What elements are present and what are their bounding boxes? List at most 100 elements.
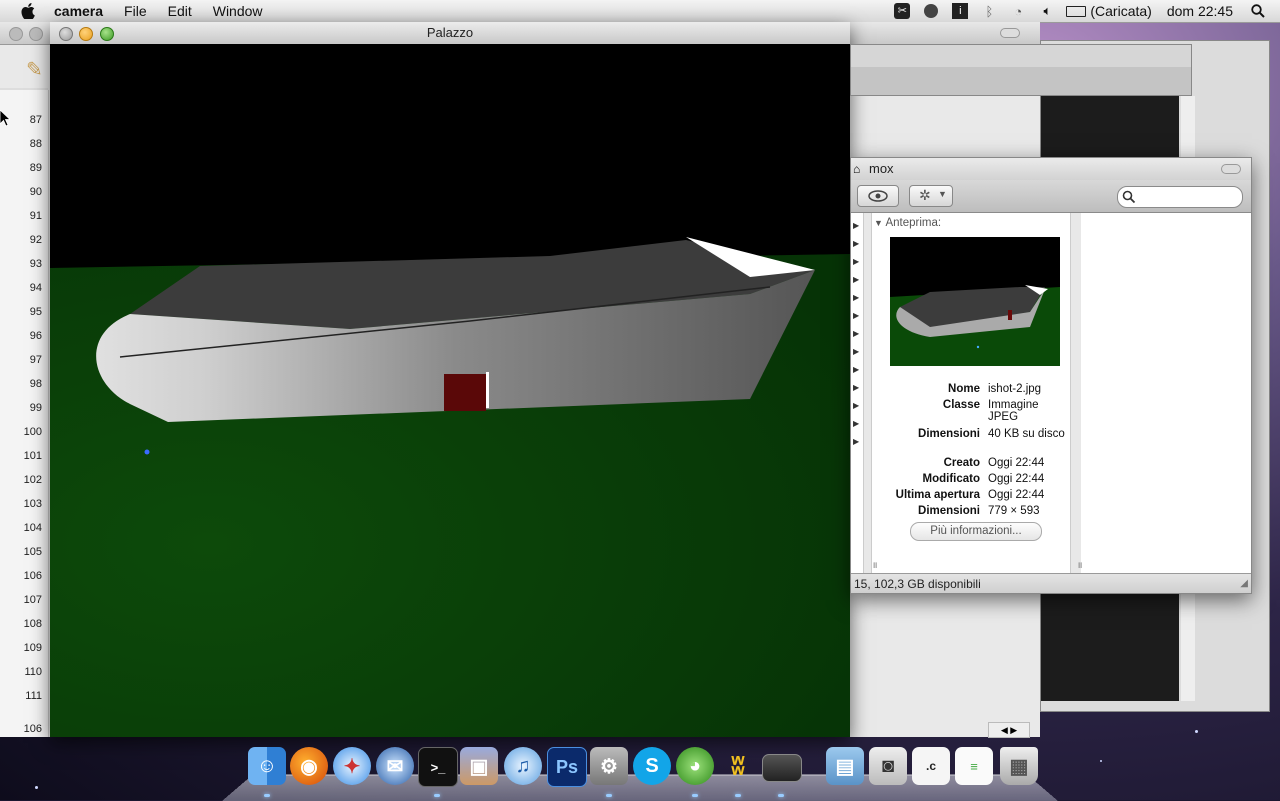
scissors-icon[interactable]: ✂	[892, 2, 912, 20]
line-number: 108	[23, 618, 42, 630]
menu-bar: camera File Edit Window ✂ i ᛒ ◔ 🔈︎ (Cari…	[0, 0, 1280, 23]
minimize-button[interactable]	[29, 27, 43, 41]
line-number: 93	[29, 258, 42, 270]
alien-status-icon[interactable]	[921, 2, 941, 20]
line-number: 94	[29, 282, 42, 294]
camera-app-icon[interactable]: ◙	[869, 747, 907, 785]
eye-icon	[868, 190, 888, 202]
volume-icon[interactable]: 🔈︎	[1037, 2, 1057, 20]
dock: ☺ ◉ ✦ ✉ >_ ▣ ♫ Ps ⚙ S ◕ ʬ ▤ ◙ .c ≡ ▦	[222, 742, 1058, 801]
star	[1100, 760, 1102, 762]
finder-icon[interactable]: ☺	[248, 747, 286, 785]
apple-menu-icon[interactable]	[19, 2, 37, 20]
star	[35, 786, 38, 789]
close-button[interactable]	[9, 27, 23, 41]
preview-thumbnail	[890, 237, 1060, 366]
preview-icon[interactable]: ▣	[460, 747, 498, 785]
info-box-icon[interactable]: i	[950, 2, 970, 20]
search-field[interactable]	[1117, 186, 1243, 208]
line-number: 97	[29, 354, 42, 366]
bluetooth-icon[interactable]: ᛒ	[979, 2, 999, 20]
column-resize-handle[interactable]: ॥	[872, 558, 877, 571]
adium-icon[interactable]: ◕	[676, 747, 714, 785]
close-button[interactable]	[59, 27, 73, 41]
info-row-name: Nome ishot-2.jpg	[948, 383, 1042, 395]
info-row-class: Classe Immagine JPEG	[942, 399, 1039, 423]
photoshop-label: Ps	[555, 756, 579, 777]
finder-toolbar: ✲ ▼	[851, 180, 1251, 213]
dashboard-icon[interactable]: ʬ	[719, 747, 757, 785]
horizontal-scroll-arrows[interactable]: ◀ ▶	[988, 722, 1030, 738]
finder-title: mox	[869, 161, 894, 176]
preview-column: ▼ Anteprima: Nome ishot-2.jpg Classe Immag…	[871, 213, 1071, 573]
info-row-created: Creato Oggi 22:44	[943, 457, 1045, 469]
line-number: 105	[23, 546, 42, 558]
resize-grip-icon[interactable]: ◢	[1240, 574, 1248, 594]
battery-status[interactable]: (Caricata)	[1090, 3, 1151, 19]
minimize-button[interactable]	[79, 27, 93, 41]
wifi-icon[interactable]: ◔	[1008, 2, 1028, 20]
trash-icon[interactable]: ▦	[1000, 747, 1038, 785]
toolbar-toggle-button[interactable]	[1000, 28, 1020, 38]
quick-look-button[interactable]	[857, 185, 899, 207]
line-number: 104	[23, 522, 42, 534]
preview-header[interactable]: ▼ Anteprima:	[874, 217, 941, 229]
chevron-down-icon: ▼	[938, 189, 947, 199]
finder-titlebar[interactable]: ⌂ mox	[851, 158, 1251, 180]
palazzo-3d-window[interactable]: Palazzo	[50, 22, 850, 737]
info-row-dimensions: Dimensioni 779 × 593	[918, 505, 1040, 517]
empty-column[interactable]: ॥	[1077, 213, 1251, 573]
line-number: 95	[29, 306, 42, 318]
documents-folder-icon[interactable]: ▤	[826, 747, 864, 785]
column-resize-handle[interactable]: ॥	[1077, 558, 1082, 571]
column-view-left[interactable]: ▶ ▶ ▶ ▶ ▶ ▶ ▶ ▶ ▶ ▶ ▶ ▶ ▶	[851, 213, 864, 573]
info-row-last-opened: Ultima apertura Oggi 22:44	[895, 489, 1045, 501]
skype-icon[interactable]: S	[633, 747, 671, 785]
mouse-cursor-icon	[0, 109, 12, 131]
disclosure-triangle-icon: ▼	[874, 218, 883, 228]
running-indicator	[692, 794, 698, 797]
search-icon	[1122, 190, 1136, 204]
photoshop-icon[interactable]: Ps	[547, 747, 587, 787]
running-indicator	[434, 794, 440, 797]
mail-icon[interactable]: ✉	[376, 747, 414, 785]
menu-edit[interactable]: Edit	[168, 3, 192, 19]
app-window-icon[interactable]	[762, 754, 802, 782]
terminal-icon[interactable]: >_	[418, 747, 458, 787]
palazzo-titlebar[interactable]: Palazzo	[50, 22, 850, 45]
app-menu-camera[interactable]: camera	[54, 3, 103, 19]
itunes-icon[interactable]: ♫	[504, 747, 542, 785]
home-folder-icon: ⌂	[853, 162, 861, 176]
menu-file[interactable]: File	[124, 3, 147, 19]
disclosure-arrows: ▶ ▶ ▶ ▶ ▶ ▶ ▶ ▶ ▶ ▶ ▶ ▶ ▶	[853, 221, 860, 446]
pencil-icon[interactable]: ✎	[26, 57, 43, 82]
building-door	[444, 374, 486, 411]
finder-status-bar: 15, 102,3 GB disponibili ◢	[851, 573, 1251, 593]
battery-icon[interactable]	[1066, 2, 1087, 20]
blue-light-point	[144, 449, 150, 455]
spotlight-search-icon[interactable]	[1248, 2, 1268, 20]
disk-space-status: 15, 102,3 GB disponibili	[854, 577, 981, 591]
system-preferences-icon[interactable]: ⚙	[590, 747, 628, 785]
safari-icon[interactable]: ✦	[333, 747, 371, 785]
menubar-clock[interactable]: dom 22:45	[1167, 3, 1233, 19]
text-file-icon[interactable]: ≡	[955, 747, 993, 785]
door-frame	[486, 372, 489, 408]
finder-behind-window[interactable]	[850, 44, 1192, 96]
c-file-icon[interactable]: .c	[912, 747, 950, 785]
info-row-size: Dimensioni 40 KB su disco	[918, 428, 1065, 440]
more-info-button[interactable]: Più informazioni...	[910, 522, 1042, 541]
current-line-indicator: 106	[23, 723, 42, 735]
line-number: 106	[23, 570, 42, 582]
3d-scene-canvas[interactable]	[50, 44, 850, 737]
firefox-icon[interactable]: ◉	[290, 747, 328, 785]
zoom-button[interactable]	[100, 27, 114, 41]
line-number: 109	[23, 642, 42, 654]
finder-window[interactable]: ⌂ mox ✲ ▼ ▶ ▶ ▶ ▶ ▶ ▶ ▶ ▶ ▶ ▶ ▶ ▶ ▶ ▼ Anteprima:	[850, 157, 1252, 594]
line-number: 96	[29, 330, 42, 342]
menu-window[interactable]: Window	[213, 3, 263, 19]
running-indicator	[606, 794, 612, 797]
action-menu-button[interactable]: ✲ ▼	[909, 185, 953, 207]
toolbar-toggle-button[interactable]	[1221, 164, 1241, 174]
running-indicator	[264, 794, 270, 797]
